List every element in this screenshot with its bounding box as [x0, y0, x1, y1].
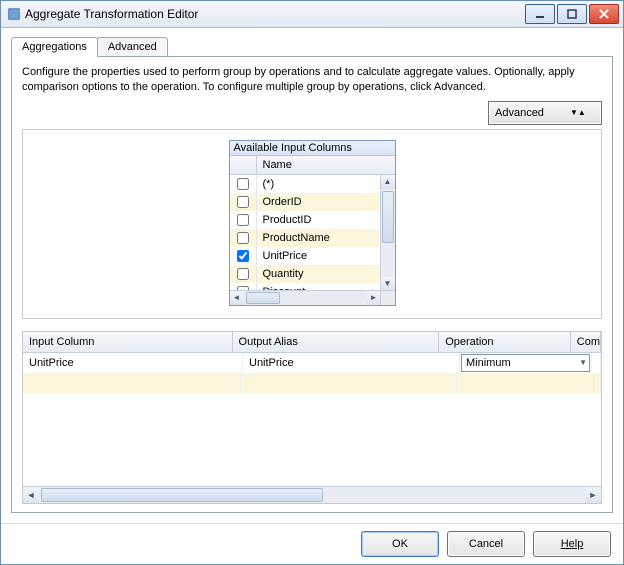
tab-strip: Aggregations Advanced [11, 34, 613, 56]
output-grid-body: UnitPrice UnitPrice Minimum ▼ [23, 353, 601, 486]
scroll-left-icon[interactable]: ◄ [230, 291, 244, 305]
row-label: (*) [257, 178, 381, 190]
row-label: UnitPrice [257, 250, 381, 262]
window-buttons [525, 4, 619, 24]
table-row[interactable]: UnitPrice UnitPrice Minimum ▼ [23, 353, 601, 373]
output-horizontal-scrollbar[interactable]: ◄ ► [23, 486, 601, 503]
editor-window: Aggregate Transformation Editor Aggregat… [0, 0, 624, 565]
vertical-scrollbar[interactable]: ▲ ▼ [380, 175, 395, 291]
scroll-left-icon[interactable]: ◄ [23, 487, 39, 503]
client-area: Aggregations Advanced Configure the prop… [1, 28, 623, 523]
scroll-right-icon[interactable]: ► [585, 487, 601, 503]
list-item[interactable]: UnitPrice [230, 247, 381, 265]
list-item[interactable]: Quantity [230, 265, 381, 283]
scroll-up-icon[interactable]: ▲ [381, 175, 395, 189]
dialog-footer: OK Cancel Help [1, 523, 623, 564]
output-grid-header: Input Column Output Alias Operation Com [23, 332, 601, 353]
close-button[interactable] [589, 4, 619, 24]
row-checkbox[interactable] [237, 178, 249, 190]
available-columns-header: Name [230, 156, 395, 175]
tab-aggregations[interactable]: Aggregations [11, 37, 98, 57]
list-item[interactable]: ProductID [230, 211, 381, 229]
scroll-track[interactable] [381, 189, 395, 277]
available-columns-caption: Available Input Columns [230, 141, 395, 156]
chevron-down-icon: ▼ [579, 353, 587, 373]
horizontal-scrollbar[interactable]: ◄ ► [230, 290, 381, 305]
description-text: Configure the properties used to perform… [22, 65, 602, 95]
scroll-thumb[interactable] [246, 292, 280, 304]
col-output-alias[interactable]: Output Alias [233, 332, 440, 352]
row-checkbox[interactable] [237, 214, 249, 226]
row-checkbox[interactable] [237, 268, 249, 280]
row-label: ProductID [257, 214, 381, 226]
advanced-row: Advanced ▼▲ [22, 101, 602, 125]
tab-advanced[interactable]: Advanced [97, 37, 168, 56]
maximize-button[interactable] [557, 4, 587, 24]
minimize-button[interactable] [525, 4, 555, 24]
row-label: ProductName [257, 232, 381, 244]
row-label: Quantity [257, 268, 381, 280]
table-row-empty[interactable] [23, 373, 601, 393]
advanced-toggle-label: Advanced [495, 107, 544, 119]
titlebar: Aggregate Transformation Editor [1, 1, 623, 28]
cell-comparison[interactable] [592, 353, 601, 373]
name-column-header[interactable]: Name [257, 156, 395, 174]
cancel-button[interactable]: Cancel [447, 531, 525, 557]
expand-icon: ▼▲ [570, 108, 586, 117]
advanced-toggle-button[interactable]: Advanced ▼▲ [488, 101, 602, 125]
available-columns-box: Available Input Columns Name (*) OrderID… [229, 140, 396, 306]
window-title: Aggregate Transformation Editor [25, 7, 525, 21]
scroll-thumb[interactable] [382, 191, 394, 243]
scroll-down-icon[interactable]: ▼ [381, 277, 395, 291]
list-item[interactable]: ProductName [230, 229, 381, 247]
cell-operation[interactable]: Minimum ▼ [460, 353, 592, 373]
ok-button[interactable]: OK [361, 531, 439, 557]
col-comparison[interactable]: Com [571, 332, 601, 352]
row-checkbox[interactable] [237, 196, 249, 208]
operation-dropdown[interactable]: Minimum ▼ [461, 354, 590, 372]
row-checkbox[interactable] [237, 250, 249, 262]
scroll-corner [380, 290, 395, 305]
cell-output-alias[interactable]: UnitPrice [243, 353, 460, 373]
available-columns-body: (*) OrderID ProductID ProductName UnitPr… [230, 175, 395, 305]
scroll-thumb[interactable] [41, 488, 323, 502]
col-operation[interactable]: Operation [439, 332, 571, 352]
row-checkbox[interactable] [237, 232, 249, 244]
row-label: OrderID [257, 196, 381, 208]
checkbox-column-header[interactable] [230, 156, 257, 174]
scroll-track[interactable] [39, 487, 585, 503]
cell-input-column[interactable]: UnitPrice [23, 353, 243, 373]
scroll-track[interactable] [244, 291, 367, 305]
help-button[interactable]: Help [533, 531, 611, 557]
output-grid: Input Column Output Alias Operation Com … [22, 331, 602, 504]
app-icon [7, 7, 21, 21]
list-item[interactable]: OrderID [230, 193, 381, 211]
col-input-column[interactable]: Input Column [23, 332, 233, 352]
columns-panel: Available Input Columns Name (*) OrderID… [22, 129, 602, 319]
tab-page-aggregations: Configure the properties used to perform… [11, 56, 613, 513]
scroll-right-icon[interactable]: ► [367, 291, 381, 305]
operation-value: Minimum [466, 353, 511, 373]
list-item[interactable]: (*) [230, 175, 381, 193]
available-columns-rows: (*) OrderID ProductID ProductName UnitPr… [230, 175, 381, 291]
